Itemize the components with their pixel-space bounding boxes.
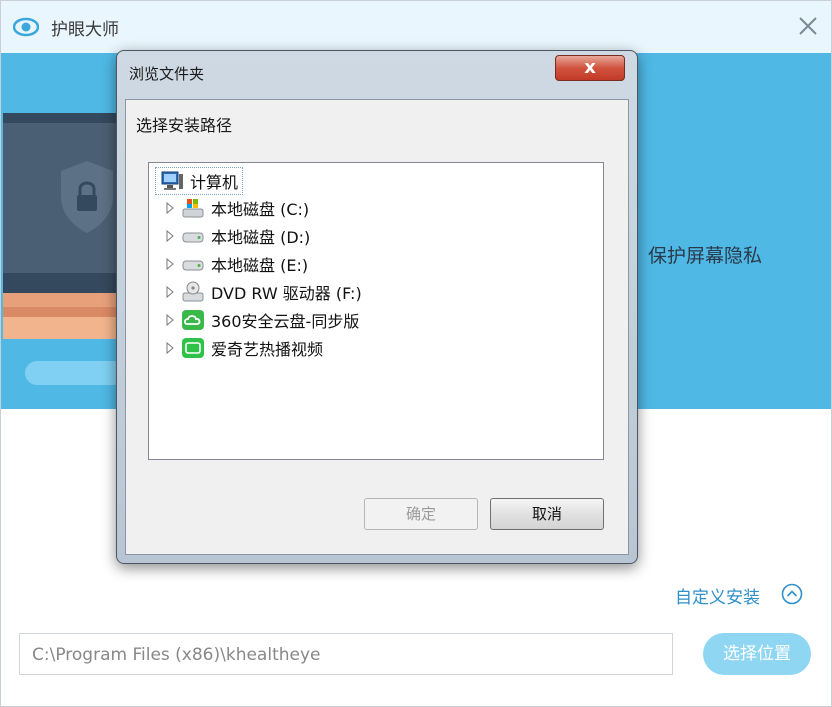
tree-item-label: DVD RW 驱动器 (F:) [211, 284, 362, 303]
title-bar: 护眼大师 [1, 1, 831, 53]
decorative-pill [25, 361, 125, 385]
ok-button[interactable]: 确定 [364, 498, 478, 530]
shield-lock-icon [61, 161, 113, 233]
tree-item-drive-d[interactable]: 本地磁盘 (D:) [163, 223, 310, 249]
iqiyi-icon [182, 338, 204, 358]
hard-drive-icon [182, 232, 204, 243]
desk-stripe [3, 293, 123, 307]
expand-arrow-icon[interactable] [163, 341, 177, 355]
dialog-close-button[interactable]: x [555, 55, 625, 81]
browse-folder-dialog: 浏览文件夹 x 选择安装路径 计算机 本地磁盘 (C:) 本地磁盘 (D:) 本… [116, 50, 638, 564]
feature-text: 、保护屏幕隐私 [629, 245, 763, 267]
expand-arrow-icon[interactable] [163, 201, 177, 215]
dialog-body: 选择安装路径 计算机 本地磁盘 (C:) 本地磁盘 (D:) 本地磁盘 (E:)… [125, 99, 629, 555]
expand-arrow-icon[interactable] [163, 285, 177, 299]
cloud-drive-icon [182, 310, 204, 330]
dialog-title: 浏览文件夹 [129, 65, 205, 83]
hard-drive-icon [182, 260, 204, 271]
chevron-up-circle-icon[interactable] [781, 583, 803, 605]
install-path-input[interactable]: C:\Program Files (x86)\khealtheye [19, 633, 673, 675]
eye-icon [13, 17, 39, 37]
tree-item-360-cloud[interactable]: 360安全云盘-同步版 [163, 307, 359, 333]
tree-item-drive-c[interactable]: 本地磁盘 (C:) [163, 195, 309, 221]
dvd-drive-icon [182, 281, 204, 302]
desk-stripe [3, 307, 123, 317]
tree-item-iqiyi[interactable]: 爱奇艺热播视频 [163, 335, 323, 361]
tree-item-drive-e[interactable]: 本地磁盘 (E:) [163, 251, 308, 277]
tree-item-drive-f[interactable]: DVD RW 驱动器 (F:) [163, 279, 362, 305]
tree-item-label: 本地磁盘 (D:) [211, 228, 311, 247]
custom-install-link[interactable]: 自定义安装 [675, 583, 760, 608]
choose-location-button[interactable]: 选择位置 [703, 633, 811, 675]
tree-item-label: 本地磁盘 (C:) [211, 200, 310, 219]
desk-stripe [3, 317, 123, 339]
tree-item-label: 爱奇艺热播视频 [211, 340, 324, 359]
expand-arrow-icon[interactable] [163, 257, 177, 271]
close-icon[interactable] [795, 13, 821, 39]
cancel-button[interactable]: 取消 [490, 498, 604, 530]
app-title: 护眼大师 [51, 20, 119, 40]
folder-tree[interactable]: 计算机 本地磁盘 (C:) 本地磁盘 (D:) 本地磁盘 (E:) DVD RW… [148, 162, 604, 460]
tree-item-label: 本地磁盘 (E:) [211, 256, 309, 275]
tree-item-label: 计算机 [190, 173, 239, 192]
tree-item-computer[interactable]: 计算机 [155, 167, 244, 195]
dialog-prompt: 选择安装路径 [136, 116, 233, 135]
expand-arrow-icon[interactable] [163, 229, 177, 243]
expand-arrow-icon[interactable] [163, 313, 177, 327]
windows-drive-icon [182, 199, 204, 218]
tree-item-label: 360安全云盘-同步版 [211, 312, 360, 331]
computer-icon [161, 171, 183, 190]
